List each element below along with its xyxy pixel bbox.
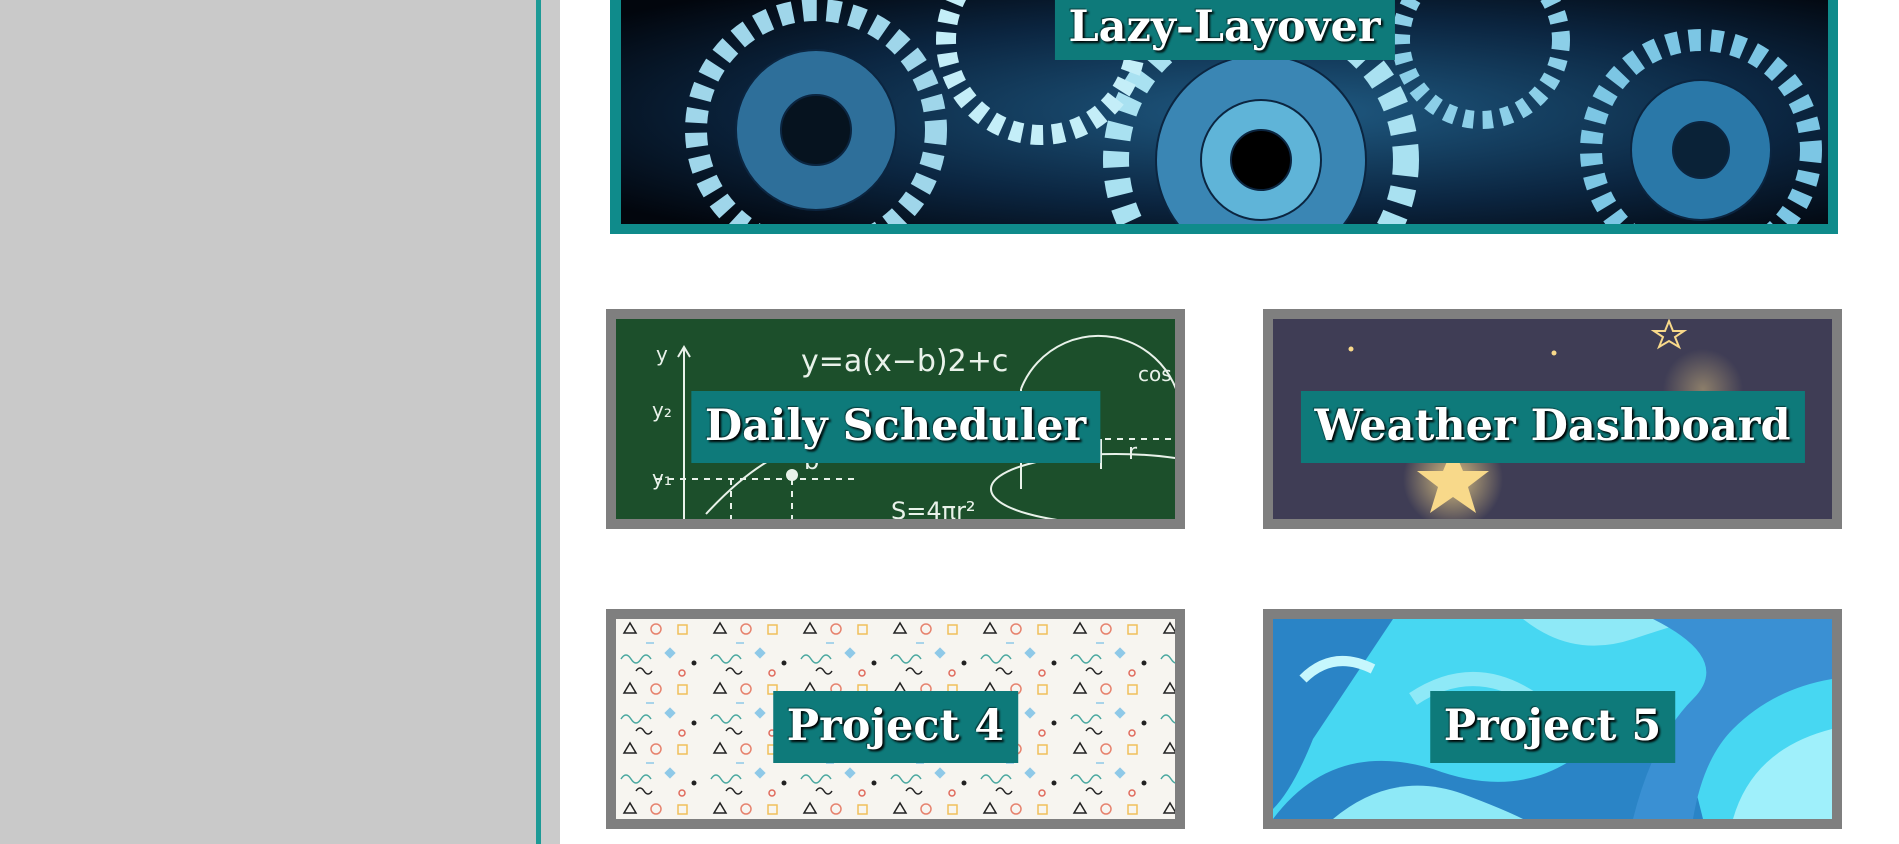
project-title-daily-scheduler[interactable]: Daily Scheduler	[690, 391, 1101, 463]
chalk-r: r	[1128, 440, 1138, 465]
featured-project-card[interactable]: Lazy-Layover	[610, 0, 1838, 234]
project-card-daily-scheduler[interactable]: y=a(x−b)2+c y y₂ y₁ b cos r S=4πr² Daily…	[606, 309, 1185, 529]
chalk-equation: y=a(x−b)2+c	[801, 344, 1008, 379]
project-card-project-4[interactable]: Project 4	[606, 609, 1185, 829]
project-title-project-5[interactable]: Project 5	[1429, 691, 1676, 763]
project-title-weather-dashboard[interactable]: Weather Dashboard	[1300, 391, 1805, 463]
chalk-y2: y₂	[652, 398, 672, 422]
featured-project-title[interactable]: Lazy-Layover	[1054, 0, 1395, 60]
chalk-cos: cos	[1138, 362, 1172, 386]
project-card-weather-dashboard[interactable]: Weather Dashboard	[1263, 309, 1842, 529]
project-card-project-5[interactable]: Project 5	[1263, 609, 1842, 829]
chalk-y1: y₁	[652, 466, 672, 490]
sidebar-panel	[0, 0, 537, 844]
chalk-formula: S=4πr²	[891, 497, 976, 519]
project-title-project-4[interactable]: Project 4	[772, 691, 1019, 763]
chalk-axis-y: y	[656, 342, 668, 366]
scroll-gutter	[541, 0, 560, 844]
